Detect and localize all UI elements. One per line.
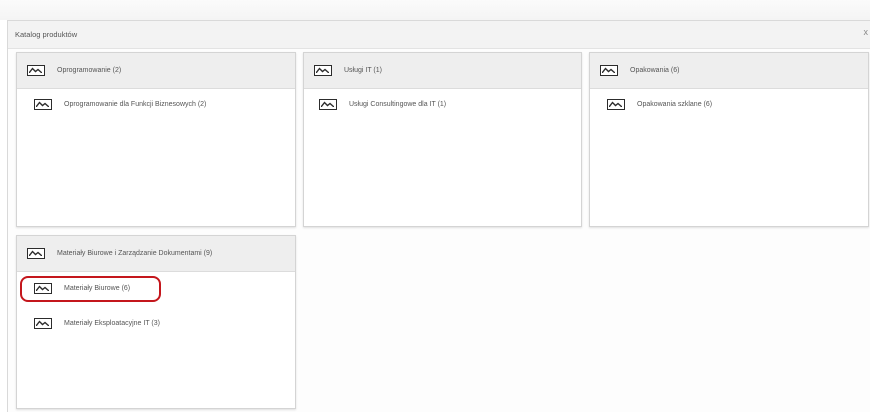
category-header-materialy-biurowe[interactable]: Materiały Biurowe i Zarządzanie Dokument… [17,236,295,272]
image-icon [34,99,52,110]
image-icon [34,318,52,329]
panel-title: Katalog produktów [8,21,870,49]
subcategory-label: Usługi Consultingowe dla IT (1) [349,101,447,108]
category-label: Opakowania (6) [630,67,680,74]
image-icon [314,65,332,76]
category-header-opakowania[interactable]: Opakowania (6) [590,53,868,89]
top-strip [0,0,870,20]
category-label: Oprogramowanie (2) [57,67,122,74]
highlight-outline [20,276,161,302]
subcategory-label: Oprogramowanie dla Funkcji Biznesowych (… [64,101,207,108]
subcategory-item[interactable]: Opakowania szklane (6) [607,99,712,110]
image-icon [319,99,337,110]
subcategory-label: Opakowania szklane (6) [637,101,713,108]
close-icon[interactable]: x [864,27,869,37]
category-header-oprogramowanie[interactable]: Oprogramowanie (2) [17,53,295,89]
subcategory-item[interactable]: Oprogramowanie dla Funkcji Biznesowych (… [34,99,206,110]
subcategory-item[interactable]: Usługi Consultingowe dla IT (1) [319,99,446,110]
category-card-oprogramowanie: Oprogramowanie (2) Oprogramowanie dla Fu… [16,52,296,227]
category-header-uslugi-it[interactable]: Usługi IT (1) [304,53,581,89]
category-label: Usługi IT (1) [344,67,382,74]
subcategory-label: Materiały Eksploatacyjne IT (3) [64,320,160,327]
category-label: Materiały Biurowe i Zarządzanie Dokument… [57,250,213,257]
image-icon [600,65,618,76]
image-icon [607,99,625,110]
image-icon [27,248,45,259]
category-card-opakowania: Opakowania (6) Opakowania szklane (6) [589,52,869,227]
category-card-uslugi-it: Usługi IT (1) Usługi Consultingowe dla I… [303,52,582,227]
image-icon [27,65,45,76]
category-card-materialy-biurowe: Materiały Biurowe i Zarządzanie Dokument… [16,235,296,409]
subcategory-item[interactable]: Materiały Eksploatacyjne IT (3) [34,318,160,329]
